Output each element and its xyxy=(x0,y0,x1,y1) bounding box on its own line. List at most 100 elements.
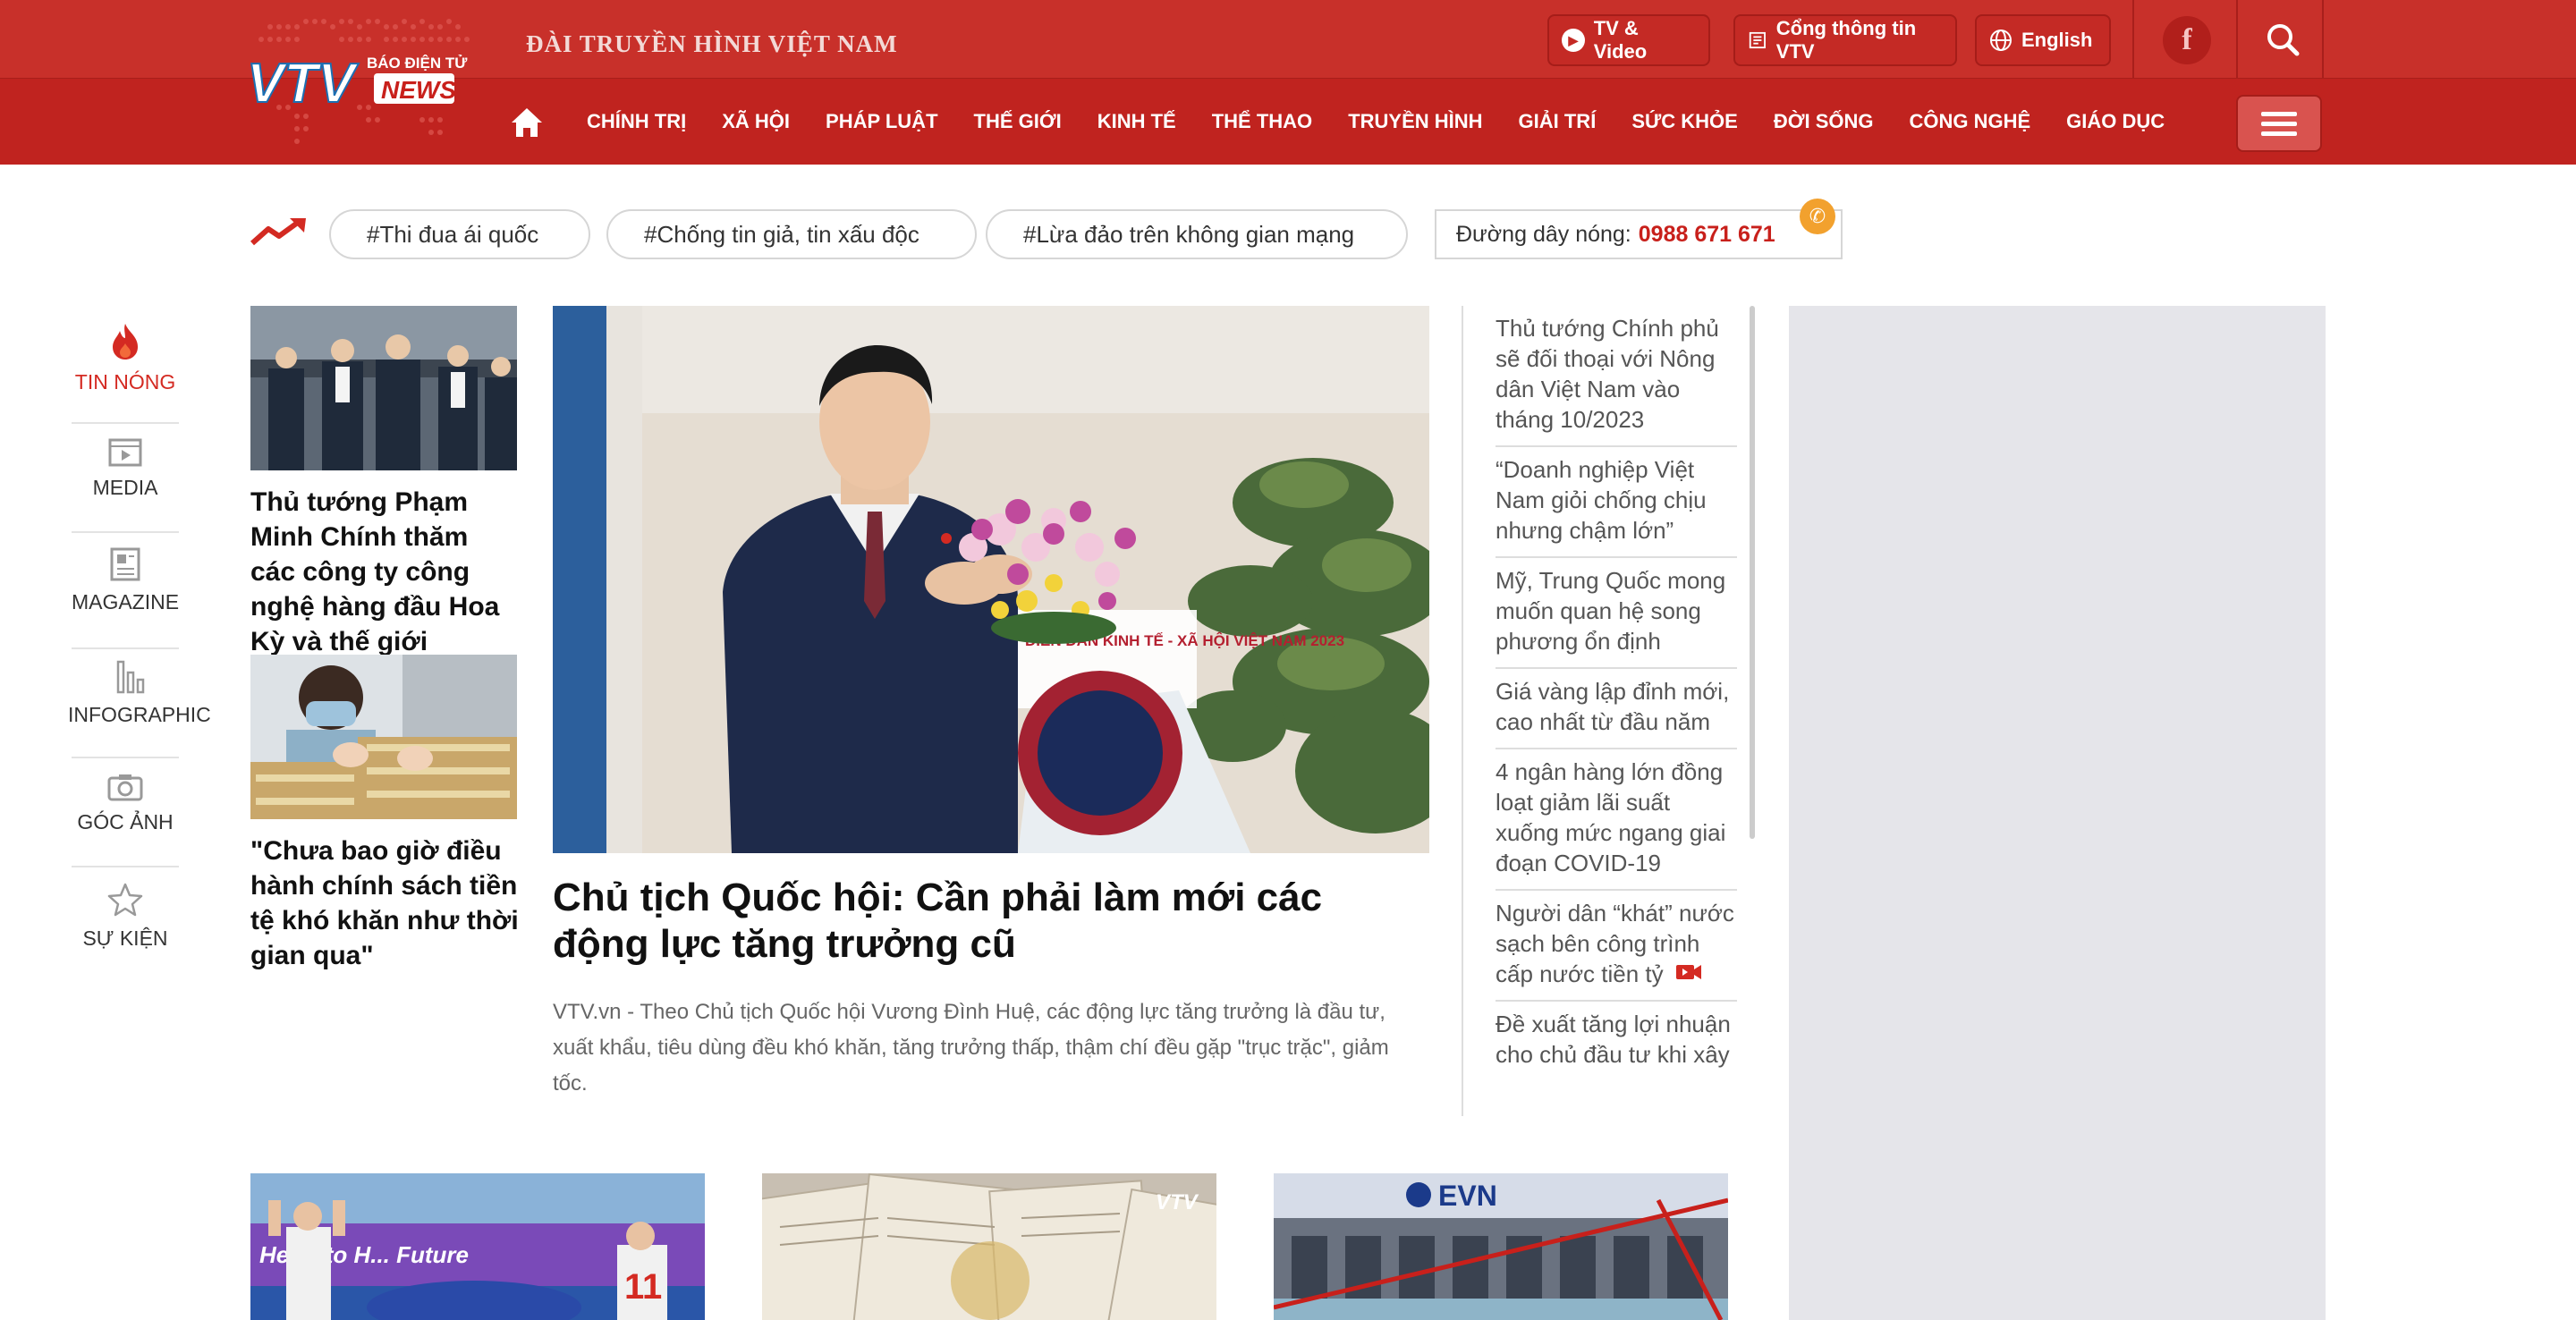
english-button[interactable]: English xyxy=(1975,14,2111,66)
sidebar-label: MEDIA xyxy=(92,476,158,499)
video-icon xyxy=(108,438,142,467)
vtv-portal-button[interactable]: Cổng thông tin VTV xyxy=(1733,14,1957,66)
sidebar-label: GÓC ẢNH xyxy=(77,810,174,833)
search-icon[interactable] xyxy=(2261,18,2306,63)
tv-video-label: TV & Video xyxy=(1593,17,1648,63)
home-icon[interactable] xyxy=(508,103,546,140)
list-item-title: Mỹ, Trung Quốc mong muốn quan hệ song ph… xyxy=(1496,567,1726,655)
sidebar-item-tin-nong[interactable]: TIN NÓNG xyxy=(72,322,179,394)
list-item[interactable]: 4 ngân hàng lớn đồng loạt giảm lãi suất … xyxy=(1496,749,1737,891)
sidebar-item-infographic[interactable]: INFOGRAPHIC xyxy=(68,658,211,727)
list-item[interactable]: Giá vàng lập đỉnh mới, cao nhất từ đầu n… xyxy=(1496,669,1737,749)
list-item-title: Giá vàng lập đỉnh mới, cao nhất từ đầu n… xyxy=(1496,678,1730,735)
header-divider xyxy=(2236,0,2238,79)
vtv-portal-label: Cổng thông tin VTV xyxy=(1775,17,1917,63)
list-item[interactable]: Người dân “khát” nước sạch bên công trìn… xyxy=(1496,891,1737,1002)
tv-video-button[interactable]: ▶ TV & Video xyxy=(1547,14,1710,66)
list-item[interactable]: Đề xuất tăng lợi nhuận cho chủ đầu tư kh… xyxy=(1496,1002,1737,1080)
nav-item-the-gioi[interactable]: THẾ GIỚI xyxy=(974,110,1062,133)
advertisement-placeholder xyxy=(1789,306,2326,1320)
facebook-icon[interactable]: f xyxy=(2163,16,2211,64)
sidebar-label: TIN NÓNG xyxy=(74,370,176,393)
nav-item-giai-tri[interactable]: GIẢI TRÍ xyxy=(1519,110,1597,133)
phone-icon[interactable]: ✆ xyxy=(1800,199,1835,234)
list-item-title: Đề xuất tăng lợi nhuận cho chủ đầu tư kh… xyxy=(1496,1011,1731,1068)
site-header: BÁO ĐIỆN TỬ VTV NEWS ĐÀI TRUYỀN HÌNH VIỆ… xyxy=(0,0,2576,165)
sidebar-item-media[interactable]: MEDIA xyxy=(72,438,179,500)
nav-item-doi-song[interactable]: ĐỜI SỐNG xyxy=(1774,110,1874,133)
list-item-title: 4 ngân hàng lớn đồng loạt giảm lãi suất … xyxy=(1496,758,1726,876)
story-title-monetary-policy[interactable]: "Chưa bao giờ điều hành chính sách tiền … xyxy=(250,833,519,973)
sidebar-divider xyxy=(72,647,179,649)
story-image-pm-visit[interactable] xyxy=(250,306,517,470)
nav-item-truyen-hinh[interactable]: TRUYỀN HÌNH xyxy=(1348,110,1482,133)
story-title-pm-visit[interactable]: Thủ tướng Phạm Minh Chính thăm các công … xyxy=(250,485,519,659)
list-item-title: “Doanh nghiệp Việt Nam giỏi chống chịu n… xyxy=(1496,456,1707,544)
main-story-image[interactable]: DIỄN ĐÀN KINH TẾ - XÃ HỘI VIỆT NAM 2023 xyxy=(553,306,1429,853)
sidebar-divider xyxy=(72,757,179,758)
video-camera-icon xyxy=(1675,965,1701,979)
trending-icon xyxy=(250,218,306,246)
hashtag-thi-dua[interactable]: # Thi đua ái quốc xyxy=(329,209,590,259)
latest-news-list: Thủ tướng Chính phủ sẽ đối thoại với Nôn… xyxy=(1462,306,1753,1116)
logo-top-text: BÁO ĐIỆN TỬ xyxy=(367,55,468,72)
main-nav: CHÍNH TRỊ XÃ HỘI PHÁP LUẬT THẾ GIỚI KINH… xyxy=(508,89,2182,154)
sidebar-item-magazine[interactable]: MAGAZINE xyxy=(72,547,179,614)
hamburger-menu-button[interactable] xyxy=(2236,95,2322,152)
list-item-title: Thủ tướng Chính phủ sẽ đối thoại với Nôn… xyxy=(1496,315,1719,433)
logo-news-text: NEWS xyxy=(381,76,456,104)
nav-item-chinh-tri[interactable]: CHÍNH TRỊ xyxy=(587,110,686,133)
main-story-title[interactable]: Chủ tịch Quốc hội: Cần phải làm mới các … xyxy=(553,875,1411,968)
globe-icon xyxy=(1990,30,2012,51)
english-label: English xyxy=(2021,29,2093,51)
sidebar-divider xyxy=(72,422,179,424)
nav-item-xa-hoi[interactable]: XÃ HỘI xyxy=(722,110,790,133)
nav-item-the-thao[interactable]: THỂ THAO xyxy=(1212,110,1312,133)
nav-item-cong-nghe[interactable]: CÔNG NGHỆ xyxy=(1909,110,2030,133)
header-divider xyxy=(2132,0,2134,79)
sidebar-label: MAGAZINE xyxy=(72,590,180,613)
nav-item-kinh-te[interactable]: KINH TẾ xyxy=(1097,110,1176,133)
story-image-monetary-policy[interactable] xyxy=(250,655,517,819)
hashtag-chong-tin-gia[interactable]: # Chống tin giả, tin xấu độc xyxy=(606,209,977,259)
hash-icon: # xyxy=(367,220,380,248)
hotline-label: Đường dây nóng: xyxy=(1456,221,1631,247)
play-icon: ▶ xyxy=(1562,29,1585,52)
sidebar-label: SỰ KIỆN xyxy=(82,927,168,950)
bottom-story-image-football[interactable]: Heart to H... Future 11 xyxy=(250,1173,705,1320)
svg-text:11: 11 xyxy=(624,1267,662,1307)
brand-name: ĐÀI TRUYỀN HÌNH VIỆT NAM xyxy=(526,30,898,57)
sidebar-label: INFOGRAPHIC xyxy=(68,703,211,726)
main-story-summary: VTV.vn - Theo Chủ tịch Quốc hội Vương Đì… xyxy=(553,1000,1389,1096)
bottom-story-image-documents[interactable]: VTV xyxy=(762,1173,1216,1320)
star-icon xyxy=(107,883,143,917)
vtv-news-logo[interactable]: BÁO ĐIỆN TỬ VTV NEWS xyxy=(243,9,483,156)
magazine-icon xyxy=(110,547,140,581)
vtv-watermark: VTV xyxy=(1156,1190,1199,1214)
list-item[interactable]: “Doanh nghiệp Việt Nam giỏi chống chịu n… xyxy=(1496,447,1737,558)
nav-item-phap-luat[interactable]: PHÁP LUẬT xyxy=(826,110,938,133)
evn-logo-text: EVN xyxy=(1438,1180,1497,1212)
nav-item-suc-khoe[interactable]: SỨC KHỎE xyxy=(1631,110,1738,133)
hotline-box: Đường dây nóng: 0988 671 671 xyxy=(1435,209,1843,259)
hash-icon: # xyxy=(644,220,657,248)
sidebar-divider xyxy=(72,531,179,533)
list-item[interactable]: Thủ tướng Chính phủ sẽ đối thoại với Nôn… xyxy=(1496,306,1737,447)
hashtag-label: Chống tin giả, tin xấu độc xyxy=(657,220,919,248)
hashtag-label: Lừa đảo trên không gian mạng xyxy=(1036,220,1355,248)
bar-chart-icon xyxy=(116,660,145,694)
hashtag-lua-dao[interactable]: # Lừa đảo trên không gian mạng xyxy=(986,209,1408,259)
hashtag-label: Thi đua ái quốc xyxy=(379,220,539,248)
hotline-number[interactable]: 0988 671 671 xyxy=(1639,222,1775,248)
sidebar-divider xyxy=(72,866,179,867)
sidebar-item-su-kien[interactable]: SỰ KIỆN xyxy=(72,882,179,951)
list-item[interactable]: Mỹ, Trung Quốc mong muốn quan hệ song ph… xyxy=(1496,558,1737,669)
camera-icon xyxy=(107,774,143,801)
hash-icon: # xyxy=(1023,220,1037,248)
logo-vtv-text: VTV xyxy=(247,53,359,114)
bottom-story-image-evn[interactable]: EVN xyxy=(1274,1173,1728,1320)
nav-item-giao-duc[interactable]: GIÁO DỤC xyxy=(2066,110,2165,133)
sidebar-item-goc-anh[interactable]: GÓC ẢNH xyxy=(72,773,179,834)
newspaper-icon xyxy=(1749,31,1766,49)
list-scrollbar[interactable] xyxy=(1750,306,1755,839)
